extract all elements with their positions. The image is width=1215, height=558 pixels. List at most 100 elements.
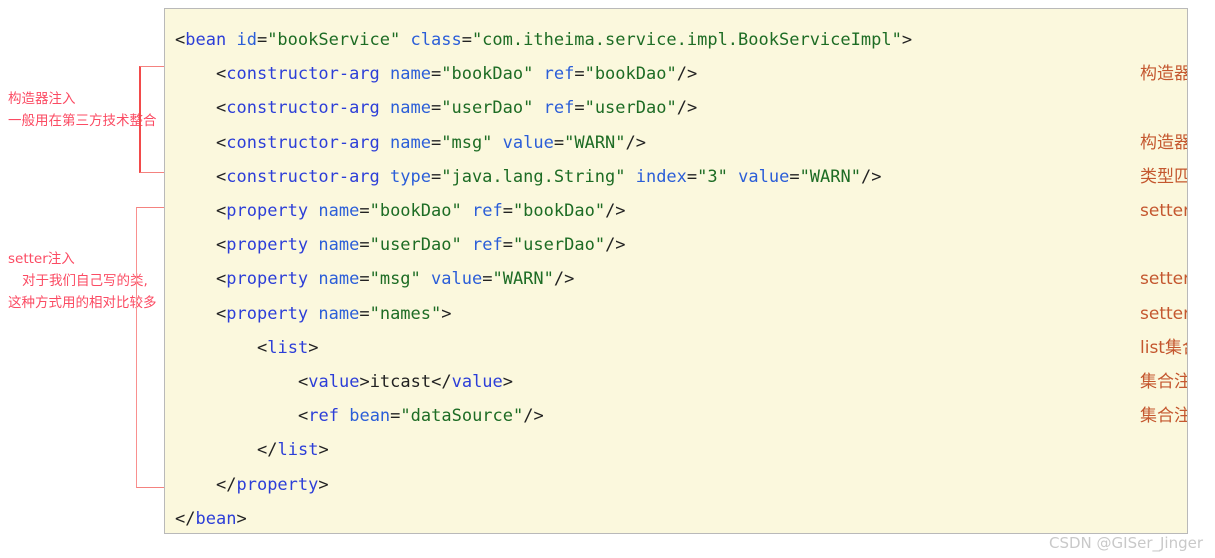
code-token-punc: < (216, 269, 227, 290)
code-token-punc: < (257, 337, 268, 358)
code-line: <property name="userDao" ref="userDao"/> (165, 228, 1187, 262)
code-line: <constructor-arg name="bookDao" ref="boo… (165, 57, 1187, 91)
code-token-str: "names" (369, 303, 442, 324)
code-token-punc (462, 235, 472, 255)
code-token-punc: = (430, 166, 442, 187)
right-annotation: 集合注入引用类型 (1140, 406, 1187, 427)
code-token-punc: = (686, 166, 698, 187)
code-token-tag: property (226, 269, 309, 290)
code-token-punc: < (216, 303, 227, 324)
code-token-punc: = (359, 269, 370, 290)
code-token-punc (421, 269, 431, 289)
code-token-attr: bean (349, 406, 391, 427)
code-token-str: "WARN" (492, 269, 554, 290)
code-token-punc: = (574, 98, 585, 119)
right-annotation: setter注入引用类型 (1140, 201, 1188, 221)
code-token-str: "bookDao" (584, 64, 677, 85)
code-line-text: <property name="userDao" ref="userDao"/> (216, 228, 626, 262)
code-line: <value>itcast</value> (165, 365, 1187, 399)
code-token-tag: list (277, 440, 319, 461)
code-token-punc: = (482, 269, 493, 290)
code-token-punc: > (441, 303, 452, 324)
code-line-text: <bean id="bookService" class="com.itheim… (175, 23, 912, 57)
right-annotation: setter注入集合类型 (1140, 303, 1188, 324)
code-token-attr: value (502, 132, 554, 153)
code-token-punc (533, 64, 543, 84)
code-token-punc: </ (257, 440, 278, 461)
code-token-punc: = (390, 406, 401, 427)
code-token-str: "userDao" (512, 235, 606, 256)
code-token-punc: = (359, 235, 370, 256)
code-panel: <bean id="bookService" class="com.itheim… (164, 8, 1188, 534)
right-annotation: 集合注入简单类型 (1140, 372, 1187, 392)
code-token-attr: type (390, 166, 431, 187)
watermark: CSDN @GISer_Jinger (1048, 534, 1203, 552)
code-line: <property name="names"> (165, 297, 1187, 331)
code-token-punc: </ (216, 474, 237, 495)
left-annotation-line: 一般用在第三方技术整合 (8, 113, 157, 129)
code-token-punc (308, 304, 318, 324)
code-token-punc (308, 235, 318, 255)
code-token-punc (380, 64, 390, 84)
code-line-text: </list> (257, 433, 329, 467)
code-token-punc (226, 30, 236, 50)
code-token-punc: > (318, 474, 329, 495)
code-token-punc (380, 167, 390, 187)
code-line: <constructor-arg type="java.lang.String"… (165, 160, 1187, 194)
code-line-text: <ref bean="dataSource"/> (298, 399, 544, 433)
code-token-str: "bookDao" (441, 64, 534, 85)
left-annotation-setter-injection: setter注入 对于我们自己写的类, 这种方式用的相对比较多 (8, 248, 157, 314)
code-token-punc: /> (523, 406, 544, 427)
code-line-text: </property> (216, 468, 329, 502)
code-token-punc: = (553, 132, 565, 153)
code-token-str: "msg" (441, 132, 493, 153)
code-token-punc: = (359, 201, 370, 221)
code-line: <constructor-arg name="userDao" ref="use… (165, 91, 1187, 125)
code-token-tag: constructor-arg (226, 64, 380, 85)
code-token-punc: /> (860, 166, 882, 187)
code-token-punc: > (502, 372, 514, 392)
code-token-tag: constructor-arg (226, 132, 380, 153)
code-token-attr: ref (543, 64, 575, 85)
code-token-attr: value (738, 166, 790, 187)
code-line: </property> (165, 468, 1187, 502)
code-token-punc: = (256, 30, 268, 50)
code-token-punc (462, 201, 472, 221)
code-line-text: </bean> (175, 502, 247, 533)
code-token-punc: = (430, 132, 442, 153)
code-token-punc: = (430, 64, 442, 85)
code-token-str: "userDao" (584, 98, 677, 119)
code-token-tag: bean (185, 30, 227, 50)
code-line: <ref bean="dataSource"/> (165, 399, 1187, 433)
code-token-punc: < (298, 372, 309, 392)
code-token-str: "com.itheima.service.impl.BookServiceImp… (471, 30, 902, 50)
code-token-tag: value (451, 372, 503, 392)
code-token-str: "userDao" (369, 235, 462, 256)
code-line: <property name="msg" value="WARN"/> (165, 262, 1187, 296)
code-token-punc: > (236, 508, 247, 529)
code-line-text: <property name="msg" value="WARN"/> (216, 262, 574, 296)
code-token-punc: < (298, 406, 309, 427)
code-line: </bean> (165, 502, 1187, 533)
code-token-punc (625, 167, 635, 187)
code-token-punc: < (216, 64, 227, 85)
right-annotation: setter注入简单类型 (1140, 269, 1188, 290)
code-line-text: <constructor-arg type="java.lang.String"… (216, 160, 881, 194)
code-line-text: <value>itcast</value> (298, 365, 513, 399)
code-token-punc: /> (676, 98, 698, 119)
right-annotation: 类型匹配与索引匹配 (1140, 166, 1187, 187)
code-token-punc (492, 133, 502, 153)
code-token-attr: name (318, 303, 360, 324)
code-token-punc: /> (625, 132, 647, 153)
code-token-punc: </ (431, 372, 452, 392)
code-line-text: <property name="bookDao" ref="bookDao"/> (216, 194, 626, 228)
code-line: <constructor-arg name="msg" value="WARN"… (165, 126, 1187, 160)
code-token-attr: ref (471, 235, 503, 256)
code-token-txt: itcast (369, 372, 432, 392)
code-token-str: "WARN" (564, 132, 626, 153)
code-token-attr: name (390, 132, 431, 153)
code-token-punc: = (461, 30, 472, 50)
code-token-punc: = (574, 64, 585, 85)
code-token-attr: index (635, 166, 687, 187)
code-token-tag: value (308, 372, 360, 392)
